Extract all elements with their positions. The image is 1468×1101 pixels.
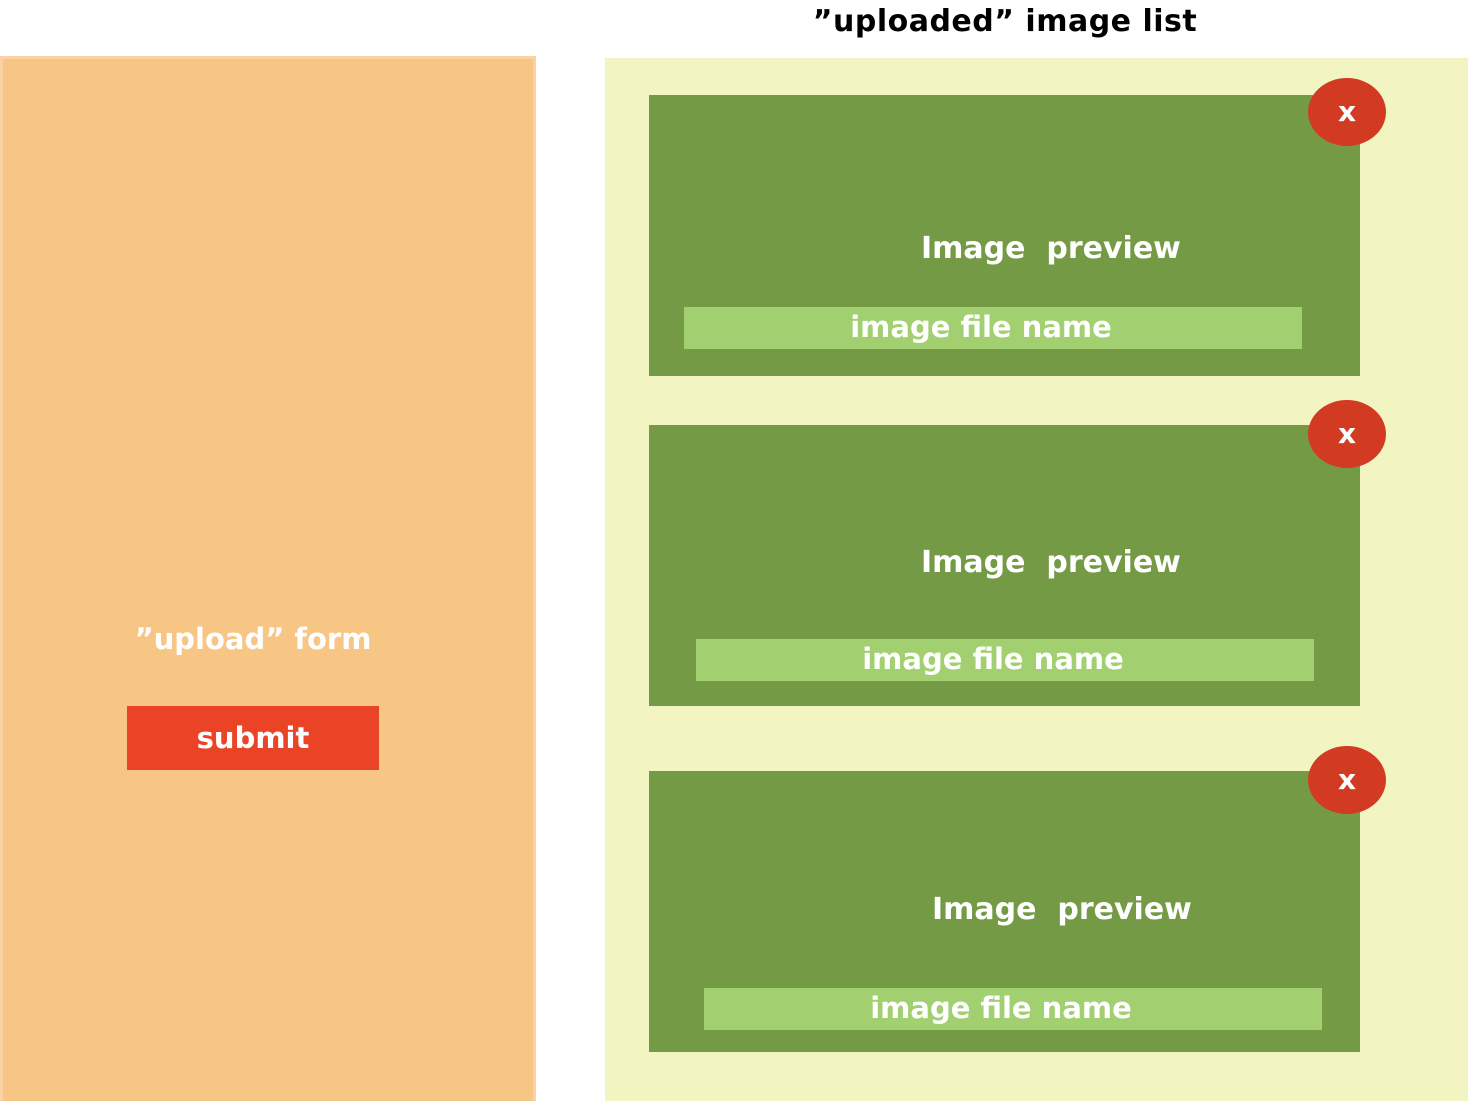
remove-image-button[interactable]: x — [1308, 400, 1386, 468]
image-preview-label: Image preview — [932, 892, 1192, 927]
image-filename-bar: image file name — [684, 307, 1302, 349]
wireframe-page: ”uploaded” image list ”upload” form subm… — [0, 0, 1468, 1101]
image-preview-label: Image preview — [921, 231, 1181, 266]
remove-image-button[interactable]: x — [1308, 78, 1386, 146]
remove-image-button[interactable]: x — [1308, 746, 1386, 814]
submit-button[interactable]: submit — [127, 706, 379, 770]
image-card: Image preview image file name — [649, 425, 1360, 706]
upload-form-label: ”upload” form — [134, 622, 372, 656]
image-preview-label: Image preview — [921, 545, 1181, 580]
image-filename: image file name — [870, 991, 1132, 1025]
image-card: Image preview image file name — [649, 771, 1360, 1052]
image-filename: image file name — [850, 310, 1112, 344]
image-card: Image preview image file name — [649, 95, 1360, 376]
image-filename-bar: image file name — [696, 639, 1314, 681]
image-list-title: ”uploaded” image list — [812, 4, 1198, 39]
image-filename-bar: image file name — [704, 988, 1322, 1030]
upload-form-panel: ”upload” form submit — [0, 56, 536, 1101]
image-filename: image file name — [862, 642, 1124, 676]
